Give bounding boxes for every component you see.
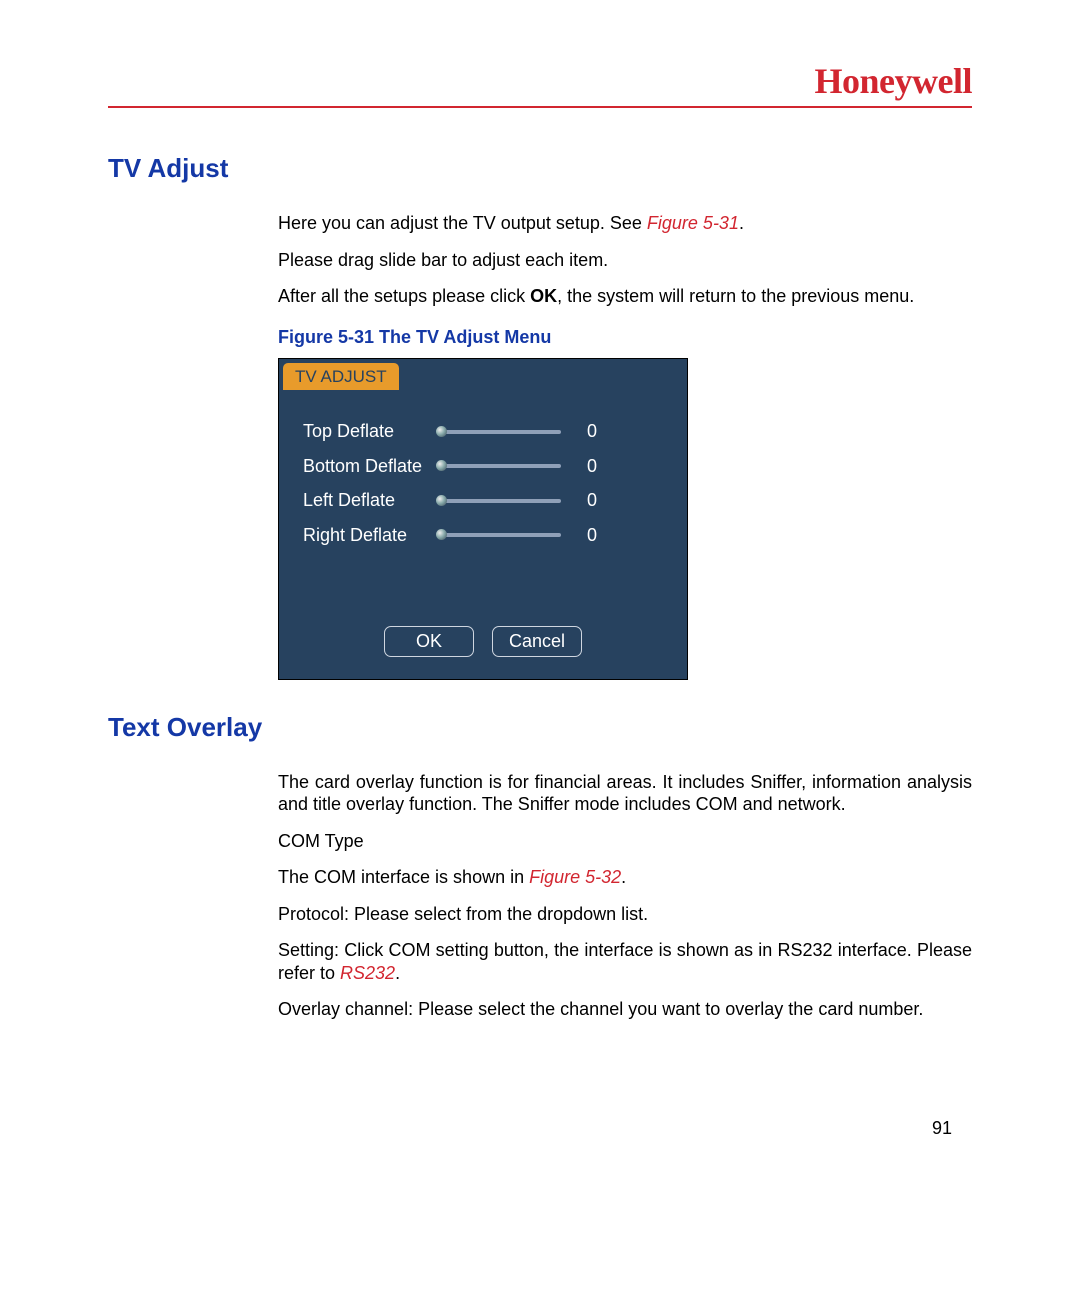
tv-adjust-p1: Here you can adjust the TV output setup.…: [278, 212, 972, 235]
figure-ref-5-31: Figure 5-31: [647, 213, 739, 233]
slider-thumb[interactable]: [436, 460, 447, 471]
slider-label: Bottom Deflate: [303, 455, 441, 478]
text-overlay-p2: COM Type: [278, 830, 972, 853]
slider-label: Top Deflate: [303, 420, 441, 443]
text-overlay-p4: Protocol: Please select from the dropdow…: [278, 903, 972, 926]
slider-bottom-deflate: Bottom Deflate 0: [303, 455, 663, 478]
slider-track[interactable]: [441, 430, 561, 434]
slider-thumb[interactable]: [436, 426, 447, 437]
slider-value: 0: [577, 524, 597, 547]
slider-track[interactable]: [441, 464, 561, 468]
slider-thumb[interactable]: [436, 495, 447, 506]
slider-track[interactable]: [441, 533, 561, 537]
text-overlay-p6: Overlay channel: Please select the chann…: [278, 998, 972, 1021]
menu-tab: TV ADJUST: [283, 363, 399, 390]
tv-adjust-p3: After all the setups please click OK, th…: [278, 285, 972, 308]
brand-logo: Honeywell: [815, 60, 972, 102]
page-header: Honeywell: [108, 60, 972, 108]
section-text-overlay: Text Overlay The card overlay function i…: [108, 712, 972, 1021]
slider-value: 0: [577, 489, 597, 512]
figure-ref-5-32: Figure 5-32: [529, 867, 621, 887]
slider-top-deflate: Top Deflate 0: [303, 420, 663, 443]
slider-label: Right Deflate: [303, 524, 441, 547]
slider-track[interactable]: [441, 499, 561, 503]
text-overlay-p5: Setting: Click COM setting button, the i…: [278, 939, 972, 984]
slider-label: Left Deflate: [303, 489, 441, 512]
section-tv-adjust: TV Adjust Here you can adjust the TV out…: [108, 153, 972, 680]
slider-right-deflate: Right Deflate 0: [303, 524, 663, 547]
slider-value: 0: [577, 420, 597, 443]
cancel-button[interactable]: Cancel: [492, 626, 582, 657]
text-overlay-heading: Text Overlay: [108, 712, 972, 743]
figure-caption: Figure 5-31 The TV Adjust Menu: [278, 326, 972, 349]
tv-adjust-p2: Please drag slide bar to adjust each ite…: [278, 249, 972, 272]
tv-adjust-menu: TV ADJUST Top Deflate 0 Bottom Deflate 0…: [278, 358, 688, 680]
rs232-ref: RS232: [340, 963, 395, 983]
slider-thumb[interactable]: [436, 529, 447, 540]
ok-button[interactable]: OK: [384, 626, 474, 657]
page-number: 91: [932, 1118, 952, 1139]
text-overlay-p3: The COM interface is shown in Figure 5-3…: [278, 866, 972, 889]
tv-adjust-heading: TV Adjust: [108, 153, 972, 184]
slider-left-deflate: Left Deflate 0: [303, 489, 663, 512]
text-overlay-p1: The card overlay function is for financi…: [278, 771, 972, 816]
slider-value: 0: [577, 455, 597, 478]
